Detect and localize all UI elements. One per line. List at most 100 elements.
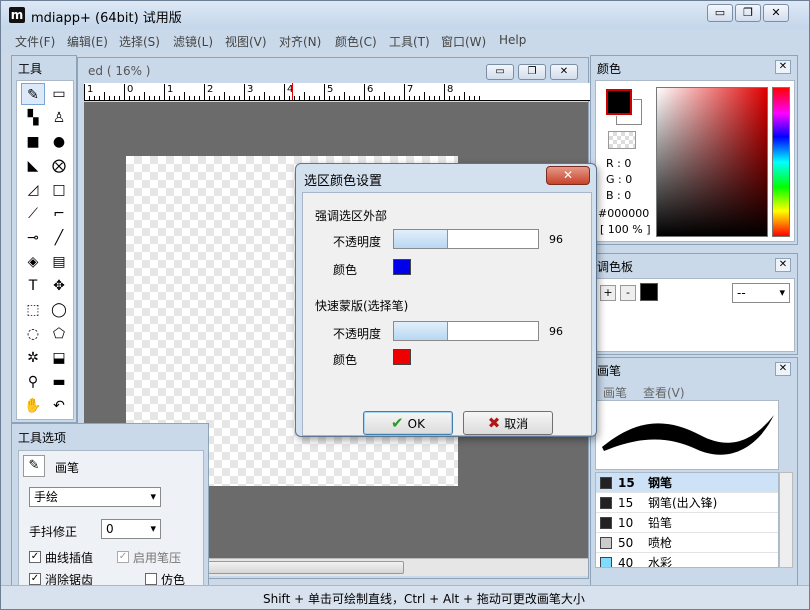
hue-slider[interactable] [772, 87, 790, 237]
ruler-minor-tick [169, 96, 170, 100]
doc-restore-button[interactable]: ❐ [518, 64, 546, 80]
ruler-minor-tick [199, 96, 200, 100]
ellipse-fill-icon[interactable]: ● [47, 131, 71, 153]
menu-color[interactable]: 颜色(C) [335, 33, 377, 50]
ruler-major-tick [284, 84, 285, 100]
section2-color-label: 颜色 [333, 353, 358, 367]
ruler-label: 3 [247, 84, 254, 95]
ok-button[interactable]: ✔ OK [363, 411, 453, 435]
rect-fill-icon[interactable]: ■ [21, 131, 45, 153]
brush-list-item[interactable]: 50 喷枪 [596, 533, 778, 553]
section1-opacity-slider[interactable] [393, 229, 539, 249]
scrollbar-thumb[interactable] [204, 561, 404, 574]
ruler-minor-tick [89, 96, 90, 100]
color-panel-close-button[interactable]: ✕ [775, 60, 791, 74]
section2-opacity-label: 不透明度 [333, 327, 382, 341]
section2-color-swatch[interactable] [393, 349, 411, 365]
ruler-minor-tick [464, 92, 465, 100]
brush-panel: 画笔 ✕ 画笔 查看(V) 15 钢笔 15 钢笔(出入锋) 10 铅笔 50 喷枪 40 水彩 [590, 357, 798, 601]
foreground-color-swatch[interactable] [605, 88, 633, 116]
restore-button[interactable]: ❐ [735, 4, 761, 22]
brush-list-item[interactable]: 10 铅笔 [596, 513, 778, 533]
transparent-color-swatch[interactable] [608, 131, 636, 149]
dither-icon[interactable]: ▚ [21, 107, 45, 129]
doc-close-button[interactable]: ✕ [550, 64, 578, 80]
ruler-minor-tick [459, 96, 460, 100]
ruler-minor-tick [314, 96, 315, 100]
stabilizer-select[interactable]: 0 [101, 519, 161, 539]
menu-align[interactable]: 对齐(N) [279, 33, 321, 50]
ruler-minor-tick [389, 96, 390, 100]
transform-icon[interactable]: ⬓ [47, 347, 71, 369]
pencil-icon[interactable]: ✎ [21, 83, 45, 105]
emulate-checkbox[interactable] [145, 573, 157, 585]
brush-panel-close-button[interactable]: ✕ [775, 362, 791, 376]
fill-lasso-icon[interactable]: ⨂ [47, 155, 71, 177]
zoom-level: ( 16% ) [106, 64, 151, 78]
bucket-icon[interactable]: ◈ [21, 251, 45, 273]
draw-mode-select[interactable]: 手绘 [29, 487, 161, 507]
palette-select[interactable]: -- [732, 283, 790, 303]
polygon-fill-icon[interactable]: ◣ [21, 155, 45, 177]
gradient-icon[interactable]: ▤ [47, 251, 71, 273]
ruler-minor-tick [344, 92, 345, 100]
dialog-close-button[interactable]: ✕ [546, 166, 590, 185]
rotate-hand-icon[interactable]: ↶ [47, 395, 71, 417]
minimize-button[interactable]: ▭ [707, 4, 733, 22]
section2-opacity-slider[interactable] [393, 321, 539, 341]
line-tool-icon[interactable]: ⟋ [21, 203, 45, 225]
corner-icon[interactable]: ⌐ [47, 203, 71, 225]
polygon-select-icon[interactable]: ⬠ [47, 323, 71, 345]
tools-panel: 工具 ✎ ▭ ▚ ♙ ■ ● ◣ ⨂ ◿ □ ⟋ ⌐ ⊸ ╱ ◈ ▤ T ✥ ⬚ ◯ ◌ ⬠ ✲ ⬓ ⚲ ▬ ✋ ↶ [11, 55, 77, 423]
brush-tabs: 画笔 查看(V) [595, 382, 795, 400]
section1-color-swatch[interactable] [393, 259, 411, 275]
brush-list-item[interactable]: 15 钢笔(出入锋) [596, 493, 778, 513]
tool-options-body: ✎ 画笔 手绘 手抖修正 0 ✓ 曲线插值 ✓ 启用笔压 ✓ 消除锯齿 仿色 [18, 450, 204, 596]
menu-file[interactable]: 文件(F) [15, 33, 55, 50]
curve-shape-icon[interactable]: ◿ [21, 179, 45, 201]
doc-minimize-button[interactable]: ▭ [486, 64, 514, 80]
pen-icon[interactable]: ⊸ [21, 227, 45, 249]
cancel-button[interactable]: ✖ 取消 [463, 411, 553, 435]
brush-icon[interactable]: ╱ [47, 227, 71, 249]
eraser-icon[interactable]: ▭ [47, 83, 71, 105]
lasso-select-icon[interactable]: ◌ [21, 323, 45, 345]
menu-window[interactable]: 窗口(W) [441, 33, 486, 50]
rect-select-icon[interactable]: ⬚ [21, 299, 45, 321]
menu-help[interactable]: Help [499, 33, 526, 47]
add-palette-color-button[interactable]: + [600, 285, 616, 301]
move-icon[interactable]: ✥ [47, 275, 71, 297]
brush-list-item[interactable]: 15 钢笔 [596, 473, 778, 493]
rectangle-icon[interactable]: □ [47, 179, 71, 201]
eyedropper-icon[interactable]: ⚲ [21, 371, 45, 393]
brush-list-scrollbar[interactable] [779, 472, 793, 568]
palette-panel-close-button[interactable]: ✕ [775, 258, 791, 272]
menu-filter[interactable]: 滤镜(L) [173, 33, 213, 50]
pressure-checkbox[interactable]: ✓ [117, 551, 129, 563]
ellipse-select-icon[interactable]: ◯ [47, 299, 71, 321]
menu-select[interactable]: 选择(S) [119, 33, 160, 50]
brush-list-item[interactable]: 40 水彩 [596, 553, 778, 568]
close-button[interactable]: ✕ [763, 4, 789, 22]
curve-interp-checkbox[interactable]: ✓ [29, 551, 41, 563]
saturation-value-field[interactable] [656, 87, 768, 237]
tab-brush[interactable]: 画笔 [603, 384, 627, 401]
palette-current-swatch[interactable] [640, 283, 658, 301]
text-icon[interactable]: T [21, 275, 45, 297]
ruler-icon[interactable]: ▬ [47, 371, 71, 393]
stamp-icon[interactable]: ♙ [47, 107, 71, 129]
ruler-label: 2 [207, 84, 214, 95]
brush-name: 水彩 [648, 556, 673, 568]
magic-wand-icon[interactable]: ✲ [21, 347, 45, 369]
tab-view[interactable]: 查看(V) [643, 384, 685, 401]
antialias-checkbox[interactable]: ✓ [29, 573, 41, 585]
ruler-minor-tick [264, 92, 265, 100]
menu-edit[interactable]: 编辑(E) [67, 33, 108, 50]
ruler-minor-tick [479, 96, 480, 100]
hand-icon[interactable]: ✋ [21, 395, 45, 417]
remove-palette-color-button[interactable]: - [620, 285, 636, 301]
menu-tools[interactable]: 工具(T) [389, 33, 430, 50]
cancel-x-icon: ✖ [487, 414, 501, 432]
ruler-major-tick [84, 84, 85, 100]
menu-view[interactable]: 视图(V) [225, 33, 267, 50]
